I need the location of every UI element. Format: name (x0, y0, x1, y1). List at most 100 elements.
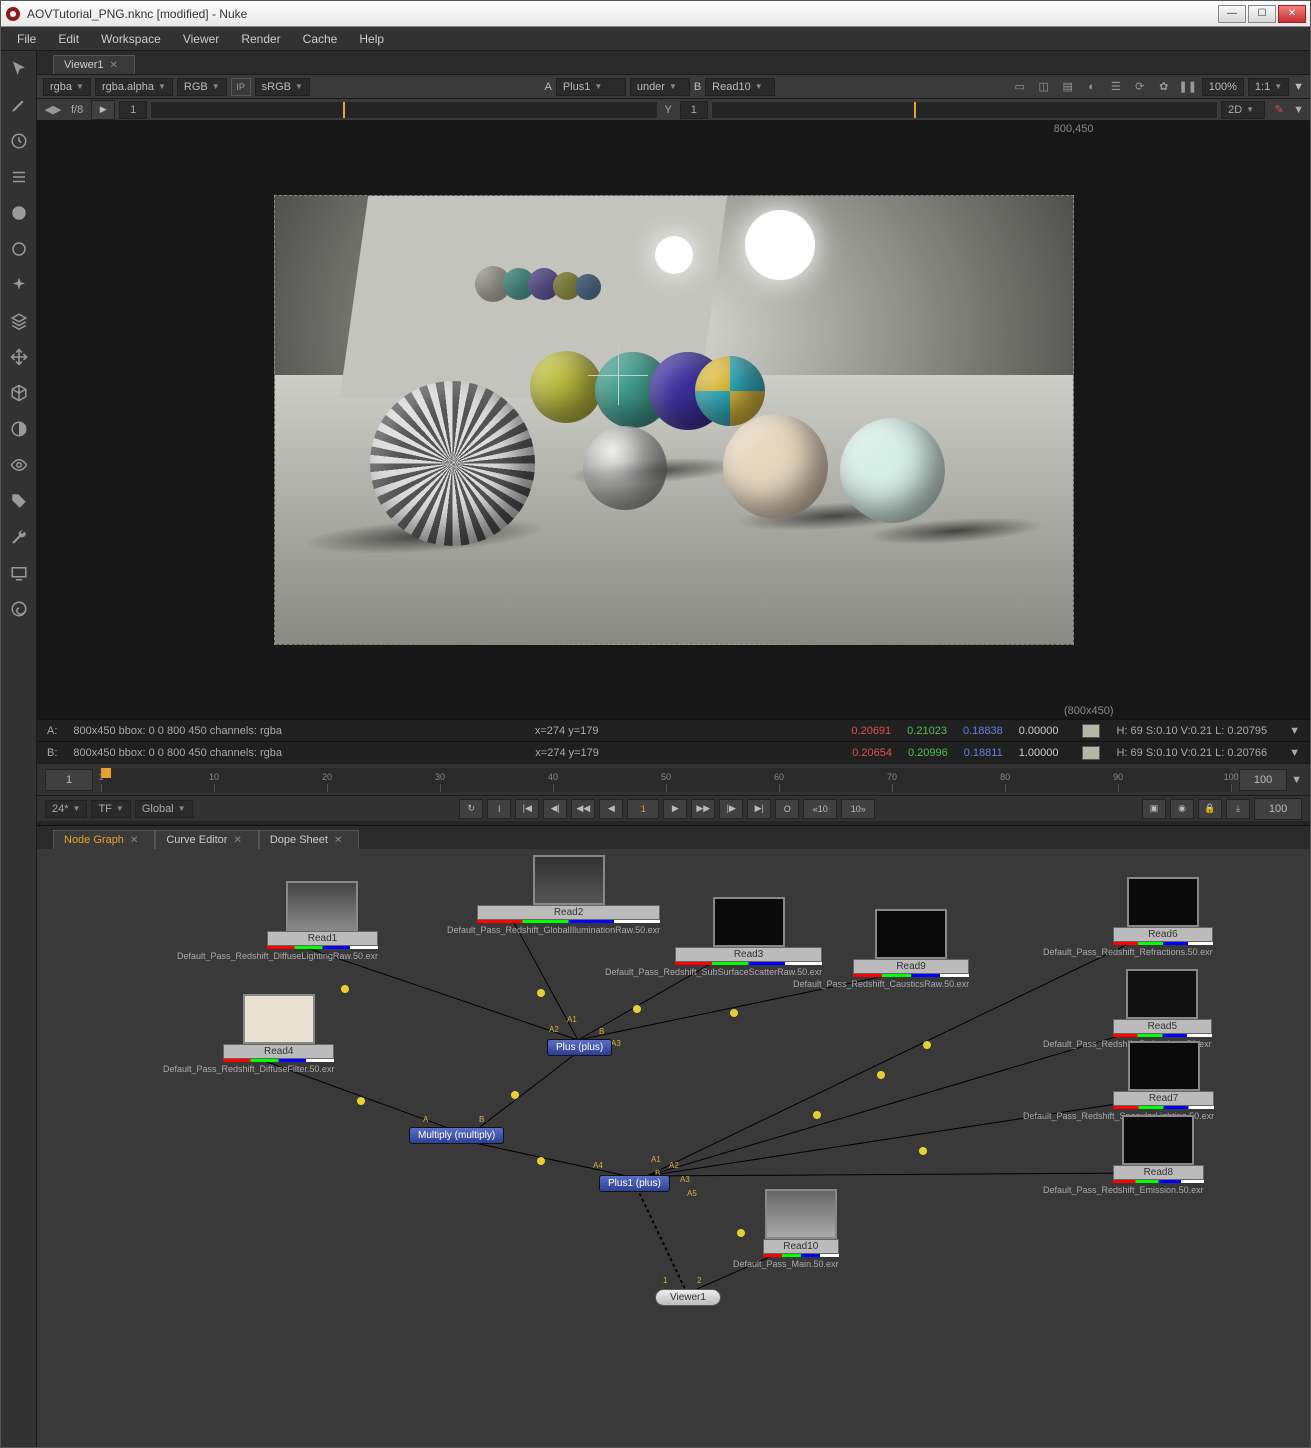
chevron-down-icon[interactable]: ▼ (1289, 747, 1300, 759)
gear-icon[interactable]: ✿ (1154, 78, 1174, 96)
spiral-icon[interactable] (5, 595, 33, 623)
close-icon[interactable]: ✕ (110, 60, 118, 71)
flipbook-icon[interactable]: ▣ (1142, 799, 1166, 819)
srgb-dropdown[interactable]: sRGB▼ (255, 78, 310, 96)
node-read9[interactable]: Read9 Default_Pass_Redshift_CausticsRaw.… (853, 909, 969, 989)
clip-icon[interactable]: ◫ (1034, 78, 1054, 96)
current-frame[interactable]: 1 (627, 799, 659, 819)
play-fwd-icon[interactable]: ▶ (663, 799, 687, 819)
out-point-icon[interactable]: O (775, 799, 799, 819)
play-toggle-icon[interactable]: ▶ (91, 100, 115, 120)
close-icon[interactable]: ✕ (233, 835, 241, 846)
skip-fwd-frames[interactable]: 10» (841, 799, 875, 819)
exposure-slider[interactable] (151, 102, 656, 118)
tab-dopesheet[interactable]: Dope Sheet✕ (259, 830, 360, 849)
channel-dropdown[interactable]: rgba▼ (43, 78, 91, 96)
timeline-ruler[interactable]: 1102030405060708090100 (101, 768, 1231, 792)
maximize-button[interactable]: ☐ (1248, 5, 1276, 23)
menu-help[interactable]: Help (349, 30, 394, 48)
titlebar[interactable]: AOVTutorial_PNG.nknc [modified] - Nuke —… (1, 1, 1310, 27)
node-plus1[interactable]: Plus1 (plus) (599, 1175, 670, 1192)
step-back-icon[interactable]: ◀| (543, 799, 567, 819)
node-multiply[interactable]: Multiply (multiply) (409, 1127, 504, 1144)
nodegraph[interactable]: Read1 Default_Pass_Redshift_DiffuseLight… (37, 849, 1310, 1447)
node-read8[interactable]: Read8 Default_Pass_Redshift_Emission.50.… (1113, 1115, 1204, 1195)
start-frame[interactable]: 1 (45, 769, 93, 791)
monitor-icon[interactable] (5, 559, 33, 587)
tf-dropdown[interactable]: TF▼ (91, 800, 130, 818)
lock-icon[interactable]: 🔒 (1198, 799, 1222, 819)
arrow-tool-icon[interactable] (5, 55, 33, 83)
rgb-dropdown[interactable]: RGB▼ (177, 78, 227, 96)
close-icon[interactable]: ✕ (334, 835, 342, 846)
close-icon[interactable]: ✕ (130, 835, 138, 846)
node-read1[interactable]: Read1 Default_Pass_Redshift_DiffuseLight… (267, 881, 378, 961)
menu-edit[interactable]: Edit (48, 30, 89, 48)
list-icon[interactable] (5, 163, 33, 191)
circle-icon[interactable] (5, 235, 33, 263)
prev-next-icon[interactable]: ◀▶ (43, 101, 63, 119)
pause-icon[interactable]: ❚❚ (1178, 78, 1198, 96)
gamma-slider[interactable] (712, 102, 1217, 118)
node-read3[interactable]: Read3 Default_Pass_Redshift_SubSurfaceSc… (675, 897, 822, 977)
tag-icon[interactable] (5, 487, 33, 515)
close-button[interactable]: ✕ (1278, 5, 1306, 23)
eye-icon[interactable] (5, 451, 33, 479)
input-b-dropdown[interactable]: Read10▼ (705, 78, 775, 96)
zoom-dropdown[interactable]: 100% (1202, 78, 1244, 96)
loop-icon[interactable]: ↻ (459, 799, 483, 819)
sparkle-icon[interactable] (5, 271, 33, 299)
node-read6[interactable]: Read6 Default_Pass_Redshift_Refractions.… (1113, 877, 1213, 957)
scope-dropdown[interactable]: Global▼ (135, 800, 193, 818)
capture-icon[interactable]: ◉ (1170, 799, 1194, 819)
download-icon[interactable]: ⤓ (1226, 799, 1250, 819)
node-read7[interactable]: Read7 Default_Pass_Redshift_SpecularLigh… (1113, 1041, 1214, 1121)
skip-end-icon[interactable]: ▶| (747, 799, 771, 819)
cube-icon[interactable] (5, 379, 33, 407)
input-a-dropdown[interactable]: Plus1▼ (556, 78, 626, 96)
skip-back-frames[interactable]: «10 (803, 799, 837, 819)
viewport[interactable]: 800,450 (37, 121, 1310, 719)
lines-icon[interactable]: ☰ (1106, 78, 1126, 96)
ip-button[interactable]: IP (231, 78, 251, 96)
viewer-tab[interactable]: Viewer1 ✕ (53, 55, 135, 74)
minimize-button[interactable]: — (1218, 5, 1246, 23)
wand-icon[interactable]: ✎ (1269, 101, 1289, 119)
node-read5[interactable]: Read5 Default_Pass_Redshift_Reflections.… (1113, 969, 1212, 1049)
globe-icon[interactable] (5, 199, 33, 227)
menu-render[interactable]: Render (231, 30, 290, 48)
wipe-icon[interactable]: ▭ (1010, 78, 1030, 96)
total-frames[interactable]: 100 (1254, 798, 1302, 820)
tab-nodegraph[interactable]: Node Graph✕ (53, 830, 155, 849)
pencil-icon[interactable] (5, 91, 33, 119)
chevron-down-icon[interactable]: ▼ (1293, 104, 1304, 116)
node-plus[interactable]: Plus (plus) (547, 1039, 612, 1056)
alpha-dropdown[interactable]: rgba.alpha▼ (95, 78, 173, 96)
menu-cache[interactable]: Cache (293, 30, 348, 48)
ffwd-icon[interactable]: ▶▶ (691, 799, 715, 819)
merge-op-dropdown[interactable]: under▼ (630, 78, 690, 96)
chevron-down-icon[interactable]: ▼ (1293, 81, 1304, 93)
menu-viewer[interactable]: Viewer (173, 30, 229, 48)
contrast-icon[interactable] (5, 415, 33, 443)
in-point-icon[interactable]: I (487, 799, 511, 819)
play-back-icon[interactable]: ◀ (599, 799, 623, 819)
stripes-icon[interactable]: ▤ (1058, 78, 1078, 96)
timeline[interactable]: 1 1102030405060708090100 100 ▼ (37, 763, 1310, 795)
gamma-value[interactable]: 1 (119, 101, 147, 119)
rewind-icon[interactable]: ◀◀ (571, 799, 595, 819)
node-read10[interactable]: Read10 Default_Pass_Main.50.exr (763, 1189, 839, 1269)
step-fwd-icon[interactable]: |▶ (719, 799, 743, 819)
menu-workspace[interactable]: Workspace (91, 30, 171, 48)
move-icon[interactable] (5, 343, 33, 371)
end-frame[interactable]: 100 (1239, 769, 1287, 791)
layers-icon[interactable] (5, 307, 33, 335)
clock-icon[interactable] (5, 127, 33, 155)
y-value[interactable]: 1 (680, 101, 708, 119)
chevron-down-icon[interactable]: ▼ (1291, 774, 1302, 786)
refresh-icon[interactable]: ⟳ (1130, 78, 1150, 96)
fps-dropdown[interactable]: 24*▼ (45, 800, 87, 818)
skip-start-icon[interactable]: |◀ (515, 799, 539, 819)
wrench-icon[interactable] (5, 523, 33, 551)
node-viewer1[interactable]: Viewer1 (655, 1289, 721, 1306)
